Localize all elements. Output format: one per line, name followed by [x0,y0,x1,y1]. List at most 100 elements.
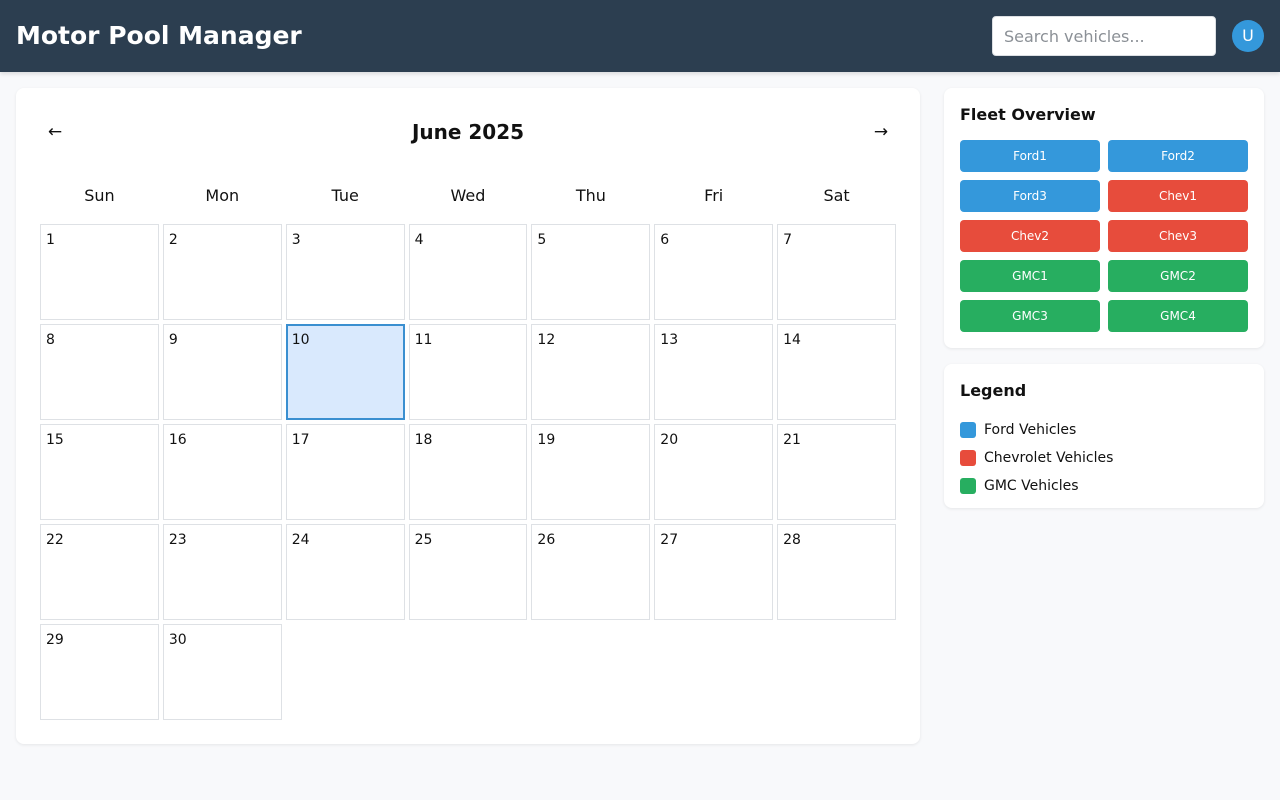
day-cell-18[interactable]: 18 [408,424,528,520]
fleet-overview-title: Fleet Overview [960,105,1096,124]
day-number: 19 [537,432,556,448]
weekday-mon: Mon [205,186,240,205]
legend-swatch [960,450,976,466]
day-number: 17 [291,432,310,448]
day-number: 15 [46,432,64,448]
day-cell-7[interactable]: 7 [777,224,896,320]
vehicle-button-gmc1[interactable]: GMC1 [960,260,1100,292]
weekday-fri: Fri [704,186,724,205]
day-number: 30 [168,632,187,648]
day-number: 16 [168,432,187,448]
weekday-sun: Sun [84,186,115,205]
fleet-overview-panel: Fleet Overview Ford1 Ford2 Ford3 Chev1 Chev2… [944,88,1264,348]
day-number: 26 [537,532,556,548]
day-cell-30[interactable]: 30 [162,624,282,720]
day-number: 20 [660,432,679,448]
vehicle-button-ford3[interactable]: Ford3 [960,180,1100,212]
vehicle-button-chev1[interactable]: Chev1 [1108,180,1248,212]
legend-item-chevrolet: Chevrolet Vehicles [960,444,1113,472]
day-number: 14 [783,332,801,348]
day-cell-17[interactable]: 17 [285,424,405,520]
user-avatar[interactable]: U [1232,20,1264,52]
day-cell-25[interactable]: 25 [408,524,528,620]
day-cell-1[interactable]: 1 [40,224,159,320]
next-month-button[interactable]: → [861,118,901,146]
vehicle-button-ford2[interactable]: Ford2 [1108,140,1248,172]
day-cell-23[interactable]: 23 [162,524,282,620]
day-number: 18 [414,432,433,448]
day-cell-6[interactable]: 6 [654,224,774,320]
month-title: June 2025 [411,120,525,144]
day-cell-19[interactable]: 19 [531,424,651,520]
legend-item-ford: Ford Vehicles [960,416,1113,444]
day-cell-11[interactable]: 11 [408,324,528,420]
search-input[interactable] [992,16,1216,56]
day-cell-8[interactable]: 8 [40,324,159,420]
day-cell-5[interactable]: 5 [531,224,651,320]
day-number: 8 [46,332,55,348]
vehicle-button-grid: Ford1 Ford2 Ford3 Chev1 Chev2 Chev3 GMC1 GMC2 GM… [960,140,1248,332]
day-cell-20[interactable]: 20 [654,424,774,520]
day-cell-10[interactable]: 10 [285,324,405,420]
day-cell-12[interactable]: 12 [531,324,651,420]
day-cell-13[interactable]: 13 [654,324,774,420]
day-number: 29 [46,632,64,648]
day-cell-9[interactable]: 9 [162,324,282,420]
day-number: 6 [660,232,670,248]
day-number: 13 [660,332,679,348]
day-number: 11 [414,332,433,348]
weekday-tue: Tue [331,186,359,205]
day-cell-14[interactable]: 14 [777,324,896,420]
day-cell-22[interactable]: 22 [40,524,159,620]
vehicle-button-ford1[interactable]: Ford1 [960,140,1100,172]
day-number: 3 [291,232,301,248]
calendar-grid: 1 2 3 4 5 6 7 8 9 10 11 12 13 14 15 16 17 18 19 20 21 22 23 24 2… [40,224,896,720]
day-number: 12 [537,332,556,348]
vehicle-button-gmc2[interactable]: GMC2 [1108,260,1248,292]
day-number: 23 [168,532,187,548]
legend-item-gmc: GMC Vehicles [960,472,1113,500]
weekday-thu: Thu [575,186,606,205]
day-number: 10 [291,332,310,348]
legend-swatch [960,422,976,438]
legend-title: Legend [960,381,1027,400]
vehicle-button-chev2[interactable]: Chev2 [960,220,1100,252]
legend-label: GMC Vehicles [984,478,1079,494]
day-cell-15[interactable]: 15 [40,424,159,520]
day-number: 2 [168,232,178,248]
day-number: 22 [46,532,64,548]
legend-label: Chevrolet Vehicles [984,450,1114,466]
day-cell-21[interactable]: 21 [777,424,896,520]
day-number: 1 [46,232,55,248]
day-cell-24[interactable]: 24 [285,524,405,620]
day-cell-2[interactable]: 2 [162,224,282,320]
app-title: Motor Pool Manager [16,21,302,50]
weekday-sat: Sat [823,186,850,205]
day-cell-4[interactable]: 4 [408,224,528,320]
day-cell-26[interactable]: 26 [531,524,651,620]
day-number: 4 [414,232,424,248]
top-bar: Motor Pool Manager U [0,0,1280,72]
day-cell-16[interactable]: 16 [162,424,282,520]
day-number: 9 [168,332,178,348]
day-cell-29[interactable]: 29 [40,624,159,720]
legend-label: Ford Vehicles [984,422,1077,438]
weekday-wed: Wed [450,186,486,205]
vehicle-button-gmc3[interactable]: GMC3 [960,300,1100,332]
day-number: 27 [660,532,679,548]
day-cell-3[interactable]: 3 [285,224,405,320]
weekday-header-row: Sun Mon Tue Wed Thu Fri Sat [40,184,896,208]
day-number: 5 [537,232,547,248]
day-number: 25 [414,532,433,548]
day-number: 21 [783,432,801,448]
day-number: 28 [783,532,801,548]
legend-swatch [960,478,976,494]
legend-panel: Legend Ford Vehicles Chevrolet Vehicles GM… [944,364,1264,508]
day-cell-27[interactable]: 27 [654,524,774,620]
calendar-panel: ← June 2025 → Sun Mon Tue Wed Thu Fri Sat 1234… [16,88,920,744]
day-number: 24 [291,532,310,548]
vehicle-button-gmc4[interactable]: GMC4 [1108,300,1248,332]
day-number: 7 [783,232,793,248]
day-cell-28[interactable]: 28 [777,524,896,620]
vehicle-button-chev3[interactable]: Chev3 [1108,220,1248,252]
